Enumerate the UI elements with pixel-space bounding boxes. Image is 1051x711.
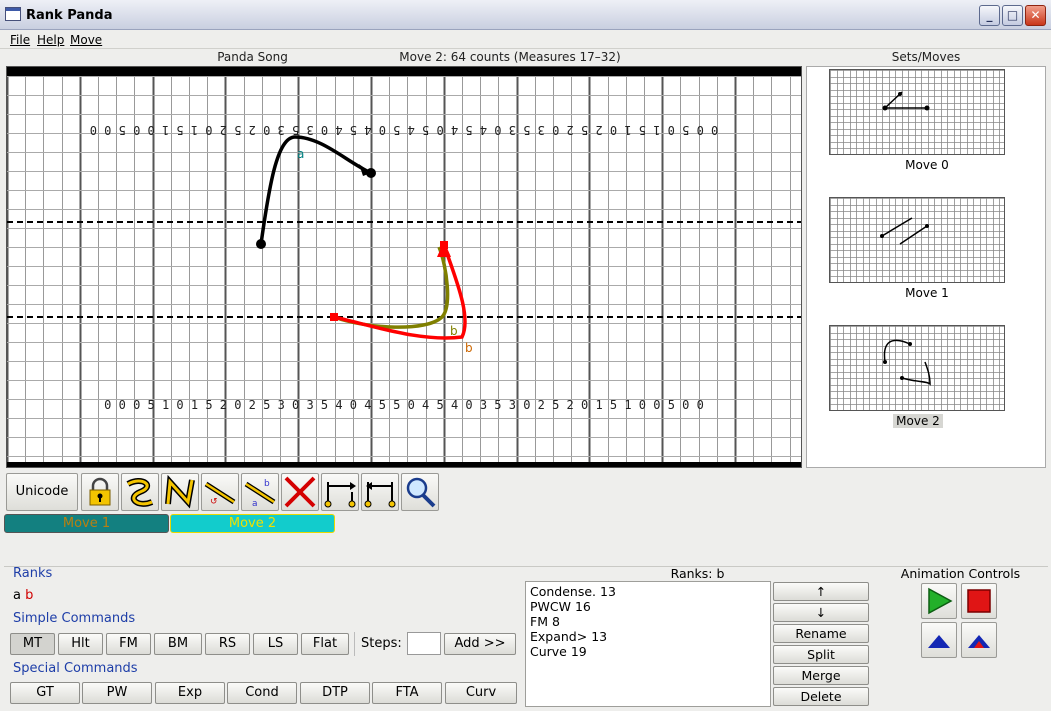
zigzag-icon[interactable] [161, 473, 199, 511]
step-all-button[interactable] [961, 622, 997, 658]
rank-a-item[interactable]: a [13, 588, 21, 603]
rank-b-end-point[interactable] [440, 241, 448, 249]
rank-b-item[interactable]: b [25, 588, 33, 603]
move-0-grid [830, 70, 1004, 154]
move-1-label: Move 1 [905, 286, 949, 300]
rank-b-label-2: b [465, 341, 473, 355]
move-1-grid [830, 198, 1004, 282]
cmd-exp-button[interactable]: Exp [155, 682, 225, 704]
special-commands-title: Special Commands [13, 661, 138, 676]
menu-help[interactable]: Help [37, 33, 64, 47]
ranks-title: Ranks [13, 566, 53, 581]
command-list[interactable]: Condense. 13 PWCW 16 FM 8 Expand> 13 Cur… [525, 581, 771, 707]
move-2-label: Move 2 [893, 414, 943, 428]
command-item[interactable]: Curve 19 [530, 644, 766, 659]
expand-right-icon[interactable] [321, 473, 359, 511]
move-up-button[interactable]: ↑ [773, 582, 869, 601]
move-2-grid [830, 326, 1004, 410]
top-border-bar [7, 67, 801, 76]
line-split-icon[interactable]: ab [241, 473, 279, 511]
rename-button[interactable]: Rename [773, 624, 869, 643]
cmd-hlt-button[interactable]: Hlt [58, 633, 103, 655]
sets-title: Sets/Moves [891, 50, 961, 64]
move-info: Move 2: 64 counts (Measures 17–32) [399, 50, 621, 64]
rank-b-previous-path [333, 246, 450, 329]
rank-a-end-point[interactable] [366, 168, 376, 178]
timeline-move-1[interactable]: Move 1 [4, 514, 169, 533]
yard-numbers-top: 0 0 5 0 1 5 1 0 2 5 2 0 3 5 3 0 4 5 4 0 … [90, 123, 719, 137]
menu-bar: File Help Move [0, 31, 1051, 49]
separator [354, 632, 355, 656]
maximize-button[interactable]: □ [1002, 5, 1023, 26]
step-button[interactable] [921, 622, 957, 658]
app-icon [5, 7, 21, 21]
delete-button[interactable]: Delete [773, 687, 869, 706]
command-item[interactable]: Condense. 13 [530, 584, 766, 599]
simple-commands-title: Simple Commands [13, 611, 136, 626]
step-icon [928, 635, 950, 648]
cmd-flat-button[interactable]: Flat [301, 633, 349, 655]
step-all-icon [968, 635, 990, 648]
close-button[interactable]: ✕ [1025, 5, 1046, 26]
zoom-icon[interactable] [401, 473, 439, 511]
cmd-bm-button[interactable]: BM [154, 633, 202, 655]
rank-b-label-1: b [450, 324, 458, 338]
svg-text:↺: ↺ [210, 497, 218, 507]
field-canvas[interactable]: 0 0 5 0 1 5 1 0 2 5 2 0 3 5 3 0 4 5 4 0 … [6, 66, 802, 476]
move-1-thumbnail[interactable] [829, 197, 1005, 283]
song-title: Panda Song [217, 50, 288, 64]
merge-button[interactable]: Merge [773, 666, 869, 685]
field-drawing: 0 0 5 0 1 5 1 0 2 5 2 0 3 5 3 0 4 5 4 0 … [6, 67, 801, 476]
delete-icon[interactable] [281, 473, 319, 511]
move-0-thumbnail[interactable] [829, 69, 1005, 155]
minimize-button[interactable]: _ [979, 5, 1000, 26]
cmd-fm-button[interactable]: FM [106, 633, 151, 655]
add-command-button[interactable]: Add >> [444, 633, 516, 655]
steps-label: Steps: [361, 636, 402, 651]
commands-title: Ranks: b [670, 566, 725, 581]
title-bar: Rank Panda _ □ ✕ [0, 0, 1051, 30]
window-title: Rank Panda [26, 8, 113, 23]
cmd-fta-button[interactable]: FTA [372, 682, 442, 704]
command-item[interactable]: PWCW 16 [530, 599, 766, 614]
cmd-pw-button[interactable]: PW [82, 682, 152, 704]
yard-numbers-bottom: 0 0 0 5 1 0 1 5 2 0 2 5 3 0 3 5 4 0 4 5 … [104, 398, 704, 412]
split-button[interactable]: Split [773, 645, 869, 664]
rank-a-start-point[interactable] [256, 239, 266, 249]
play-button[interactable] [921, 583, 957, 619]
cmd-curv-button[interactable]: Curv [445, 682, 517, 704]
timeline-move-2[interactable]: Move 2 [170, 514, 335, 533]
menu-file[interactable]: File [10, 33, 30, 47]
cmd-gt-button[interactable]: GT [10, 682, 80, 704]
move-2-thumbnail[interactable] [829, 325, 1005, 411]
svg-text:a: a [252, 499, 258, 509]
play-icon [928, 587, 953, 615]
stop-button[interactable] [961, 583, 997, 619]
line-edit-icon[interactable]: ↺ [201, 473, 239, 511]
stop-icon [967, 589, 991, 613]
svg-text:b: b [264, 479, 270, 489]
curve-icon[interactable] [121, 473, 159, 511]
menu-move[interactable]: Move [70, 33, 102, 47]
move-down-button[interactable]: ↓ [773, 603, 869, 622]
cmd-mt-button[interactable]: MT [10, 633, 55, 655]
animation-title: Animation Controls [900, 566, 1021, 581]
steps-input[interactable] [407, 632, 441, 655]
cmd-cond-button[interactable]: Cond [227, 682, 297, 704]
cmd-ls-button[interactable]: LS [253, 633, 298, 655]
rank-a-label: a [297, 147, 304, 161]
expand-left-icon[interactable] [361, 473, 399, 511]
sets-moves-panel: Move 0 Move 1 Move 2 [806, 66, 1046, 468]
lock-icon[interactable] [81, 473, 119, 511]
cmd-dtp-button[interactable]: DTP [300, 682, 370, 704]
command-item[interactable]: FM 8 [530, 614, 766, 629]
unicode-button[interactable]: Unicode [6, 473, 78, 511]
move-0-label: Move 0 [905, 158, 949, 172]
rank-list: a b [13, 588, 33, 603]
rank-b-start-point[interactable] [330, 313, 338, 321]
bottom-border-bar [7, 462, 801, 467]
cmd-rs-button[interactable]: RS [205, 633, 250, 655]
command-item[interactable]: Expand> 13 [530, 629, 766, 644]
